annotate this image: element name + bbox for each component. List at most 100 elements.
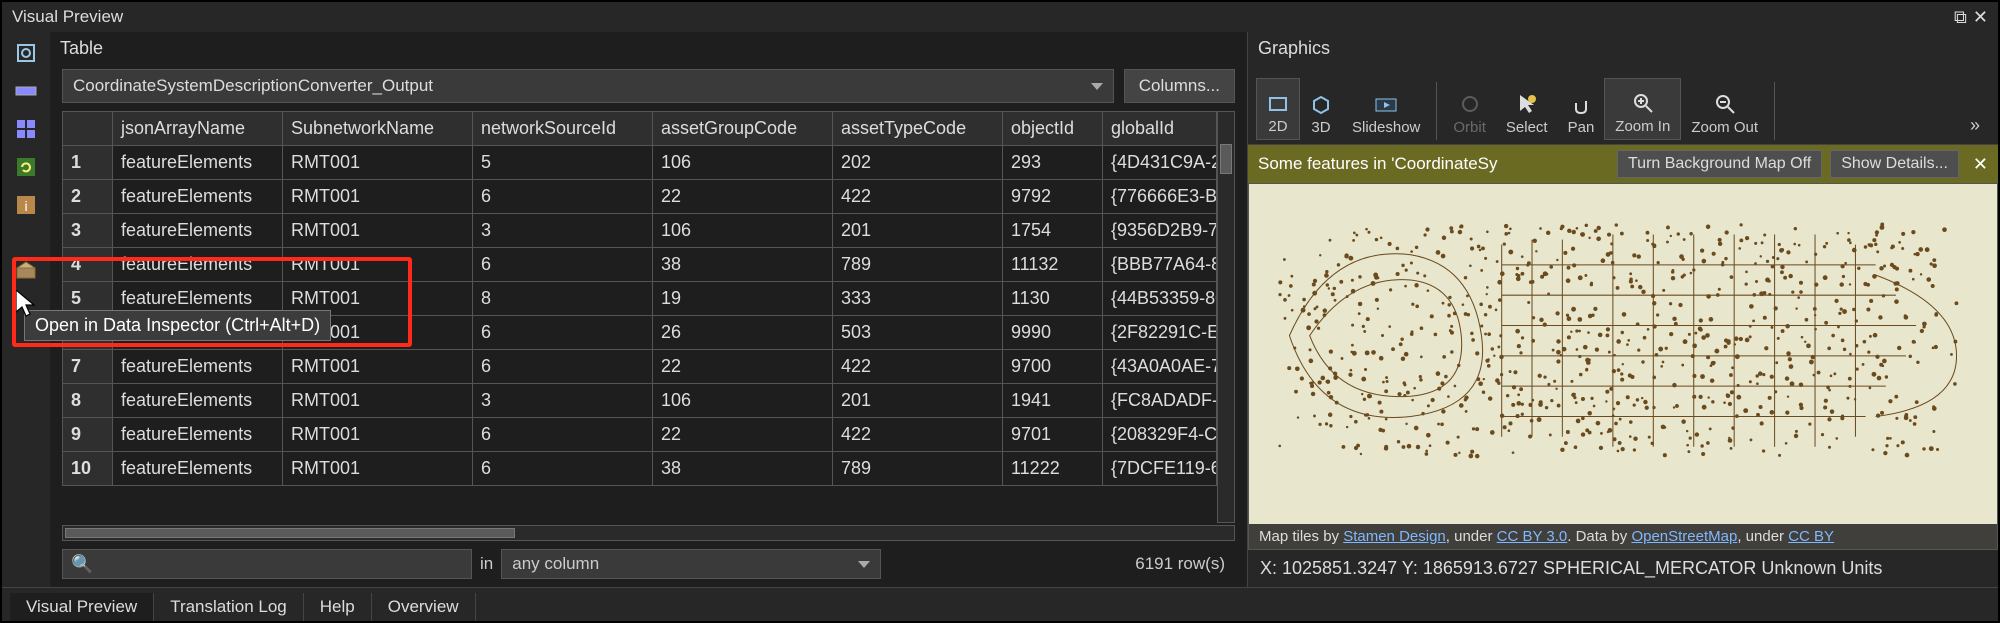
pan-button[interactable]: Pan [1558,78,1605,140]
chevron-down-icon [1091,83,1103,90]
filter-column-value: any column [512,554,599,574]
cell: RMT001 [283,418,473,452]
cell: RMT001 [283,452,473,486]
zoom-out-button[interactable]: Zoom Out [1681,78,1768,140]
cell: RMT001 [283,214,473,248]
single-row-icon[interactable] [11,76,41,106]
tooltip: Open in Data Inspector (Ctrl+Alt+D) [24,310,331,341]
row-number: 8 [63,384,113,418]
cell: 6 [473,180,653,214]
cell: 1754 [1003,214,1103,248]
ccby-link[interactable]: CC BY [1788,528,1834,545]
table-row[interactable]: 1featureElementsRMT0015106202293{4D431C9… [63,146,1217,180]
map-canvas[interactable]: Map tiles by Stamen Design, under CC BY … [1248,183,1998,550]
table-row[interactable]: 9featureElementsRMT0016224229701{208329F… [63,418,1217,452]
panel-title: Visual Preview [12,7,123,27]
dataset-dropdown-value: CoordinateSystemDescriptionConverter_Out… [73,76,433,96]
cell: RMT001 [283,248,473,282]
horizontal-scrollbar[interactable] [62,525,1235,541]
tab-help[interactable]: Help [304,593,372,621]
cell: 293 [1003,146,1103,180]
table-row[interactable]: 7featureElementsRMT0016224229700{43A0A0A… [63,350,1217,384]
cell: 22 [653,180,833,214]
column-header[interactable]: jsonArrayName [113,112,283,146]
column-header[interactable]: objectId [1003,112,1103,146]
cell: 1941 [1003,384,1103,418]
chevron-down-icon [858,561,870,568]
table-row[interactable]: 4featureElementsRMT00163878911132{BBB77A… [63,248,1217,282]
toggle-background-map-button[interactable]: Turn Background Map Off [1617,150,1822,178]
cell: 201 [833,214,1003,248]
left-toolbar: i Open in Data Inspector (Ctrl+Alt+D) [2,32,50,587]
table-row[interactable]: 8featureElementsRMT00131062011941{FC8ADA… [63,384,1217,418]
vertical-scrollbar[interactable] [1217,111,1235,523]
tab-overview[interactable]: Overview [372,593,476,621]
table-row[interactable]: 10featureElementsRMT00163878911222{7DCFE… [63,452,1217,486]
row-number: 4 [63,248,113,282]
cell: featureElements [113,146,283,180]
column-header[interactable]: SubnetworkName [283,112,473,146]
cell: 201 [833,384,1003,418]
row-number: 3 [63,214,113,248]
columns-button[interactable]: Columns... [1124,69,1235,103]
cell: 6 [473,350,653,384]
tab-visual-preview[interactable]: Visual Preview [10,593,154,621]
cell: RMT001 [283,180,473,214]
view-3d-button[interactable]: 3D [1300,78,1342,140]
cell: {4D431C9A-2 [1103,146,1217,180]
zoom-in-button[interactable]: Zoom In [1604,78,1681,140]
cell: 22 [653,350,833,384]
table-row[interactable]: 3featureElementsRMT00131062011754{9356D2… [63,214,1217,248]
info-icon[interactable]: i [11,190,41,220]
slideshow-button[interactable]: Slideshow [1342,78,1430,140]
cell: 9792 [1003,180,1103,214]
row-number: 7 [63,350,113,384]
table-row[interactable]: 2featureElementsRMT0016224229792{776666E… [63,180,1217,214]
osm-link[interactable]: OpenStreetMap [1631,528,1737,545]
cell: {7DCFE119-69 [1103,452,1217,486]
row-number: 9 [63,418,113,452]
refresh-icon[interactable] [11,152,41,182]
row-number: 10 [63,452,113,486]
view-2d-button[interactable]: 2D [1256,78,1300,140]
close-icon[interactable]: ✕ [1973,7,1988,28]
stamen-link[interactable]: Stamen Design [1343,528,1446,545]
cell: 19 [653,282,833,316]
cell: 9701 [1003,418,1103,452]
column-header[interactable]: assetGroupCode [653,112,833,146]
row-number: 2 [63,180,113,214]
column-header[interactable]: globalId [1103,112,1217,146]
cell: 422 [833,350,1003,384]
close-info-bar-icon[interactable]: ✕ [1973,154,1988,175]
cell: {FC8ADADF-8 [1103,384,1217,418]
toolbar-overflow-icon[interactable]: » [1960,78,1990,140]
ccby30-link[interactable]: CC BY 3.0 [1497,528,1568,545]
cell: 11222 [1003,452,1103,486]
undock-icon[interactable]: ⧉ [1954,7,1967,28]
tab-translation-log[interactable]: Translation Log [154,593,304,621]
column-header[interactable]: assetTypeCode [833,112,1003,146]
cell: RMT001 [283,350,473,384]
search-input[interactable]: 🔍 [62,549,472,579]
row-number: 1 [63,146,113,180]
cell: 106 [653,146,833,180]
cell: 6 [473,316,653,350]
map-info-text: Some features in 'CoordinateSy [1258,154,1498,174]
column-header[interactable]: networkSourceId [473,112,653,146]
cell: 26 [653,316,833,350]
dataset-dropdown[interactable]: CoordinateSystemDescriptionConverter_Out… [62,69,1114,103]
toggle-view-icon[interactable] [11,38,41,68]
open-data-inspector-button[interactable] [11,256,41,286]
filter-column-dropdown[interactable]: any column [501,549,881,579]
column-header[interactable] [63,112,113,146]
bottom-tabs: Visual Preview Translation Log Help Over… [2,587,1998,621]
cell: 8 [473,282,653,316]
show-details-button[interactable]: Show Details... [1830,150,1959,178]
cell: {43A0A0AE-7 [1103,350,1217,384]
cell: 9990 [1003,316,1103,350]
grid-icon[interactable] [11,114,41,144]
cell: featureElements [113,452,283,486]
select-button[interactable]: Select [1496,78,1558,140]
graphics-section-label: Graphics [1248,32,1998,65]
cell: featureElements [113,214,283,248]
